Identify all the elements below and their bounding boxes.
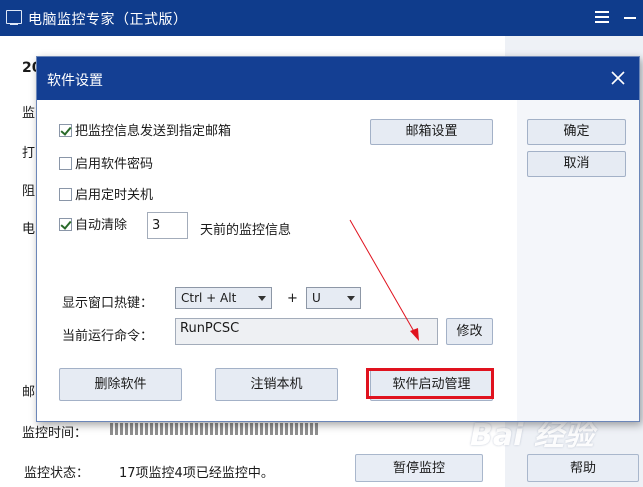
hotkey-modifier-value: Ctrl + Alt	[181, 291, 237, 305]
hotkey-label: 显示窗口热键：	[62, 296, 154, 311]
software-password-label: 启用软件密码	[75, 157, 154, 172]
bg-partial-label-4: 电	[22, 222, 36, 237]
main-title-bar: 电脑监控专家（正式版）	[0, 0, 643, 36]
hotkey-key-value: U	[312, 291, 321, 305]
hotkey-modifier-select[interactable]: Ctrl + Alt	[175, 287, 272, 309]
send-email-option[interactable]: 把监控信息发送到指定邮箱	[59, 123, 231, 141]
hotkey-plus: +	[287, 291, 298, 306]
auto-clear-suffix: 天前的监控信息	[200, 223, 292, 238]
app-title: 电脑监控专家（正式版）	[28, 12, 188, 28]
cancel-button[interactable]: 取消	[527, 151, 626, 177]
auto-clear-label: 自动清除	[75, 218, 128, 233]
email-settings-button[interactable]: 邮箱设置	[370, 119, 493, 145]
bg-partial-label-3: 阻	[22, 184, 36, 199]
monitor-icon	[6, 10, 22, 25]
chevron-down-icon	[347, 296, 355, 301]
bg-partial-label-5: 邮	[22, 385, 36, 400]
send-email-label: 把监控信息发送到指定邮箱	[75, 124, 232, 139]
dialog-title: 软件设置	[47, 73, 103, 89]
command-label: 当前运行命令：	[62, 329, 154, 344]
ok-button[interactable]: 确定	[527, 119, 626, 145]
red-highlight-box	[366, 368, 494, 399]
bg-partial-label-1: 监	[22, 106, 36, 121]
dialog-title-bar: 软件设置	[37, 57, 639, 100]
obscured-text	[110, 423, 320, 435]
help-button[interactable]: 帮助	[527, 454, 639, 482]
bg-partial-label-2: 打	[22, 146, 36, 161]
monitor-status-value: 17项监控4项已经监控中。	[119, 466, 274, 481]
minimize-icon[interactable]	[624, 17, 636, 19]
dialog-side-panel	[517, 100, 639, 421]
command-input[interactable]: RunPCSC	[175, 318, 438, 345]
scheduled-shutdown-option[interactable]: 启用定时关机	[59, 187, 153, 205]
scheduled-shutdown-label: 启用定时关机	[75, 188, 154, 203]
auto-clear-days-input[interactable]: 3	[147, 212, 188, 239]
software-password-checkbox[interactable]	[59, 157, 72, 170]
hotkey-key-select[interactable]: U	[306, 287, 361, 309]
chevron-down-icon	[258, 296, 266, 301]
modify-command-button[interactable]: 修改	[446, 318, 493, 345]
menu-icon[interactable]	[595, 11, 609, 23]
bg-monitor-time-label: 监控时间：	[22, 426, 88, 441]
auto-clear-checkbox[interactable]	[59, 218, 72, 231]
close-icon[interactable]	[609, 69, 627, 87]
logoff-button[interactable]: 注销本机	[215, 368, 338, 401]
software-password-option[interactable]: 启用软件密码	[59, 156, 153, 174]
auto-clear-option[interactable]: 自动清除	[59, 217, 127, 235]
send-email-checkbox[interactable]	[59, 124, 72, 137]
uninstall-button[interactable]: 删除软件	[59, 368, 182, 401]
monitor-status-label: 监控状态：	[24, 466, 90, 481]
pause-monitor-button[interactable]: 暂停监控	[355, 454, 483, 482]
scheduled-shutdown-checkbox[interactable]	[59, 188, 72, 201]
